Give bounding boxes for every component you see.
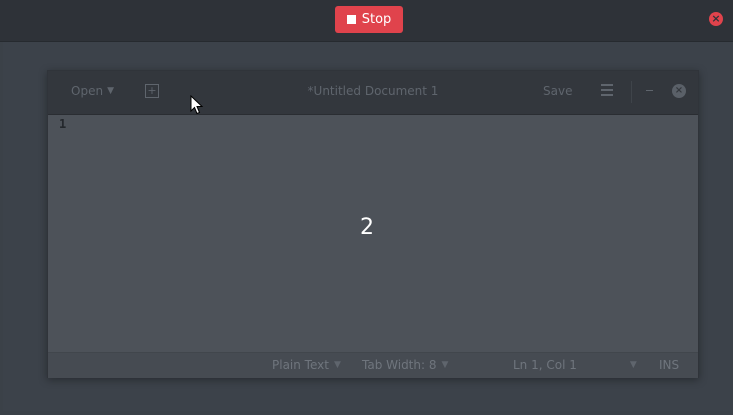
- language-selector[interactable]: Plain Text ▼: [272, 358, 341, 372]
- mouse-pointer-icon: [190, 95, 204, 115]
- chevron-down-icon: ▼: [107, 86, 114, 96]
- save-button[interactable]: Save: [543, 84, 572, 98]
- window-close-icon[interactable]: ×: [672, 84, 686, 98]
- hamburger-menu-icon[interactable]: [601, 84, 613, 96]
- step-overlay-number: 2: [360, 215, 374, 240]
- editor-headerbar: Open ▼ + *Untitled Document 1 Save ×: [48, 71, 698, 115]
- insert-mode-indicator[interactable]: INS: [659, 358, 679, 372]
- cursor-position-selector[interactable]: Ln 1, Col 1 ▼: [513, 358, 637, 372]
- header-divider: [631, 81, 632, 103]
- text-editor-window: Open ▼ + *Untitled Document 1 Save × 1 2…: [47, 70, 699, 378]
- new-tab-icon[interactable]: +: [145, 84, 159, 98]
- chevron-down-icon: ▼: [629, 360, 637, 370]
- tab-width-selector[interactable]: Tab Width: 8 ▼: [362, 358, 448, 372]
- document-title: *Untitled Document 1: [307, 84, 439, 98]
- chevron-down-icon: ▼: [333, 360, 341, 370]
- language-label: Plain Text: [272, 358, 329, 372]
- stop-square-icon: [346, 15, 356, 24]
- minimize-icon[interactable]: [646, 90, 653, 91]
- cursor-position-label: Ln 1, Col 1: [513, 358, 577, 372]
- stop-label: Stop: [361, 12, 392, 27]
- tab-width-label: Tab Width: 8: [362, 358, 437, 372]
- recording-bar: Stop ×: [0, 0, 733, 42]
- chevron-down-icon: ▼: [441, 360, 449, 370]
- line-number: 1: [59, 117, 67, 131]
- open-label: Open: [71, 84, 104, 98]
- editor-status-bar: Plain Text ▼ Tab Width: 8 ▼ Ln 1, Col 1 …: [48, 352, 698, 378]
- editor-text-area[interactable]: 1 2: [48, 115, 698, 352]
- stop-recording-button[interactable]: Stop: [335, 6, 403, 33]
- open-button[interactable]: Open ▼: [71, 84, 114, 98]
- close-icon[interactable]: ×: [709, 12, 723, 26]
